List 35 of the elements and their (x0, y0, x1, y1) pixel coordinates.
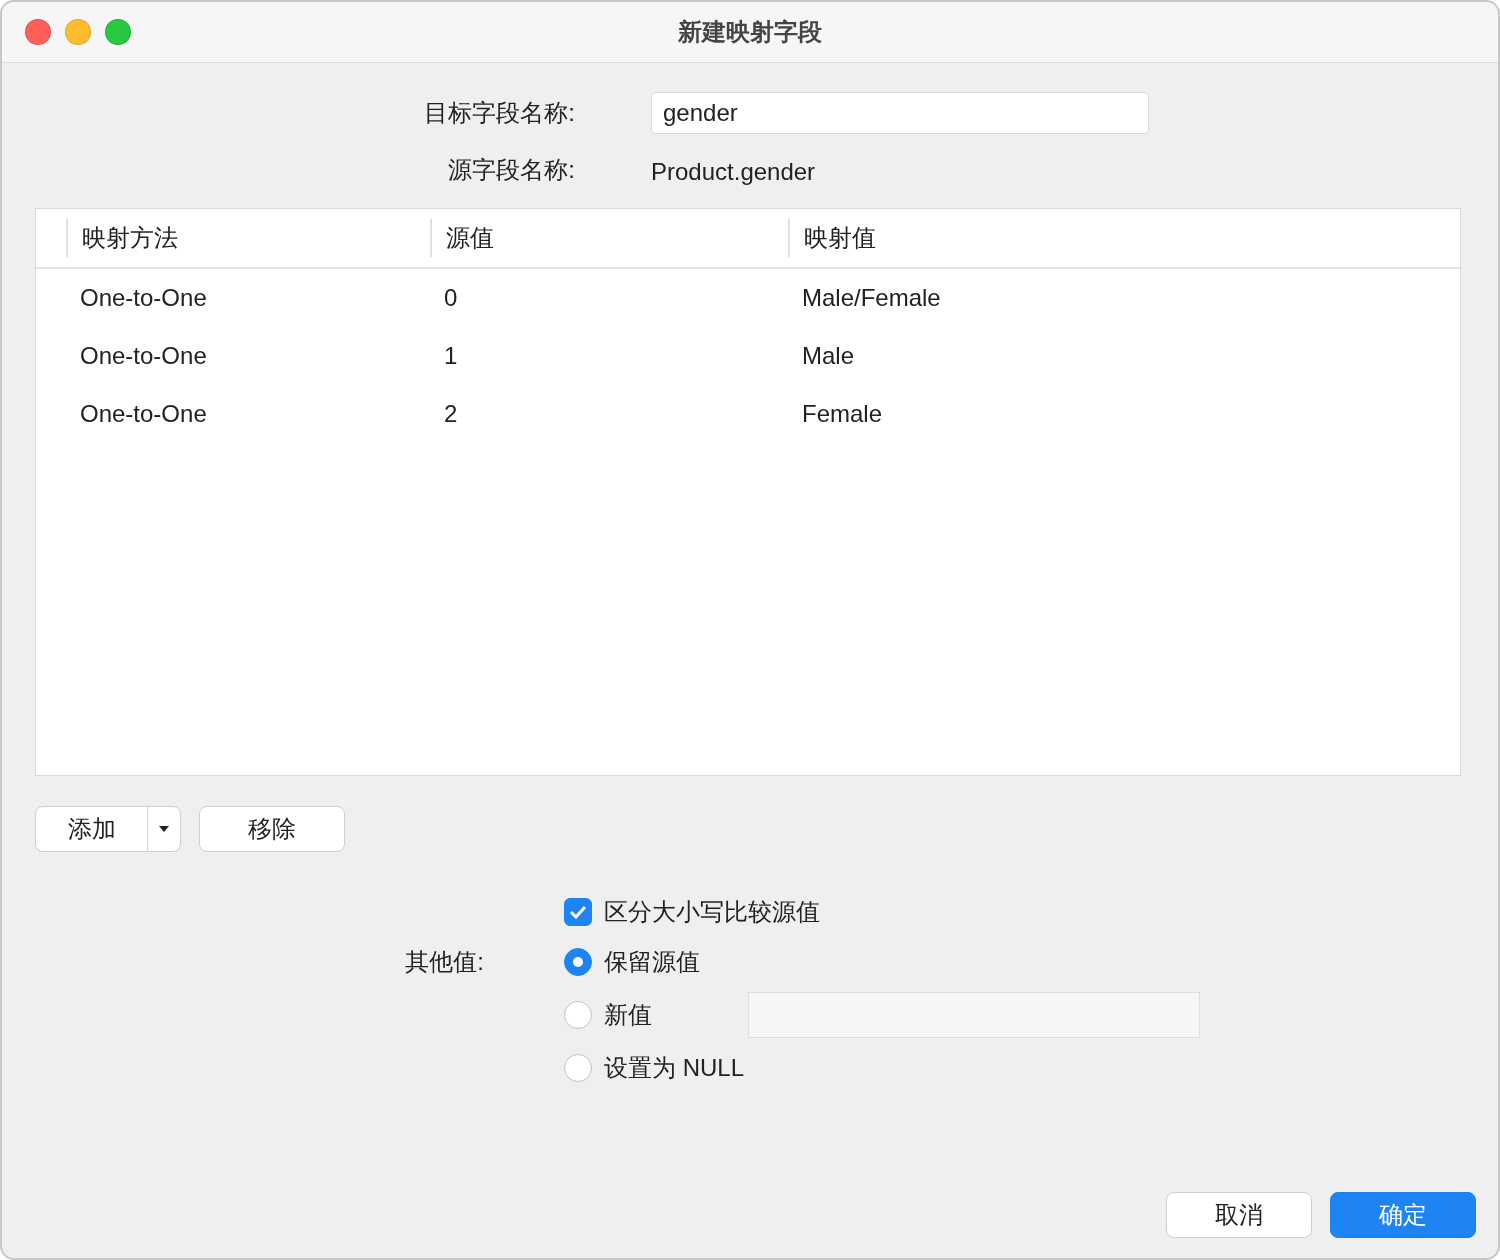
target-field-input[interactable]: gender (651, 92, 1149, 134)
ok-button[interactable]: 确定 (1330, 1192, 1476, 1238)
table-cell-text: 2 (443, 400, 459, 428)
check-icon (569, 905, 587, 919)
field-label: 目标字段名称: (424, 98, 575, 128)
caret-icon (159, 826, 169, 832)
table-cell-text: Male (801, 342, 856, 370)
checkbox[interactable] (564, 898, 592, 926)
radio-label: 设置为 NULL (604, 1053, 745, 1083)
column-header[interactable]: 映射值 (788, 219, 1460, 257)
table-cell-text: Female (801, 400, 884, 428)
radio-button[interactable] (564, 1054, 592, 1082)
radio-button[interactable] (564, 948, 592, 976)
table-cell-text: Male/Female (801, 284, 942, 312)
field-label: 源字段名称: (448, 155, 575, 185)
other-values-label: 其他值: (405, 947, 484, 977)
radio-button[interactable] (564, 1001, 592, 1029)
table-cell-text: One-to-One (79, 342, 208, 370)
radio-label: 新值 (604, 1000, 652, 1030)
remove-button[interactable]: 移除 (199, 806, 345, 852)
column-header[interactable]: 映射方法 (66, 219, 430, 257)
checkbox-label: 区分大小写比较源值 (604, 897, 820, 927)
add-button[interactable]: 添加 (36, 807, 148, 851)
window-title: 新建映射字段 (678, 17, 822, 47)
source-field-value: Product.gender (651, 157, 817, 186)
radio-label: 保留源值 (604, 947, 700, 977)
table-cell-text: One-to-One (79, 284, 208, 312)
table-cell-text: 0 (443, 284, 459, 312)
table-cell-text: One-to-One (79, 400, 208, 428)
cancel-button[interactable]: 取消 (1166, 1192, 1312, 1238)
minimize-icon[interactable] (65, 19, 91, 45)
column-header[interactable]: 源值 (430, 219, 788, 257)
table-cell-text: 1 (443, 342, 459, 370)
close-icon[interactable] (25, 19, 51, 45)
zoom-icon[interactable] (105, 19, 131, 45)
